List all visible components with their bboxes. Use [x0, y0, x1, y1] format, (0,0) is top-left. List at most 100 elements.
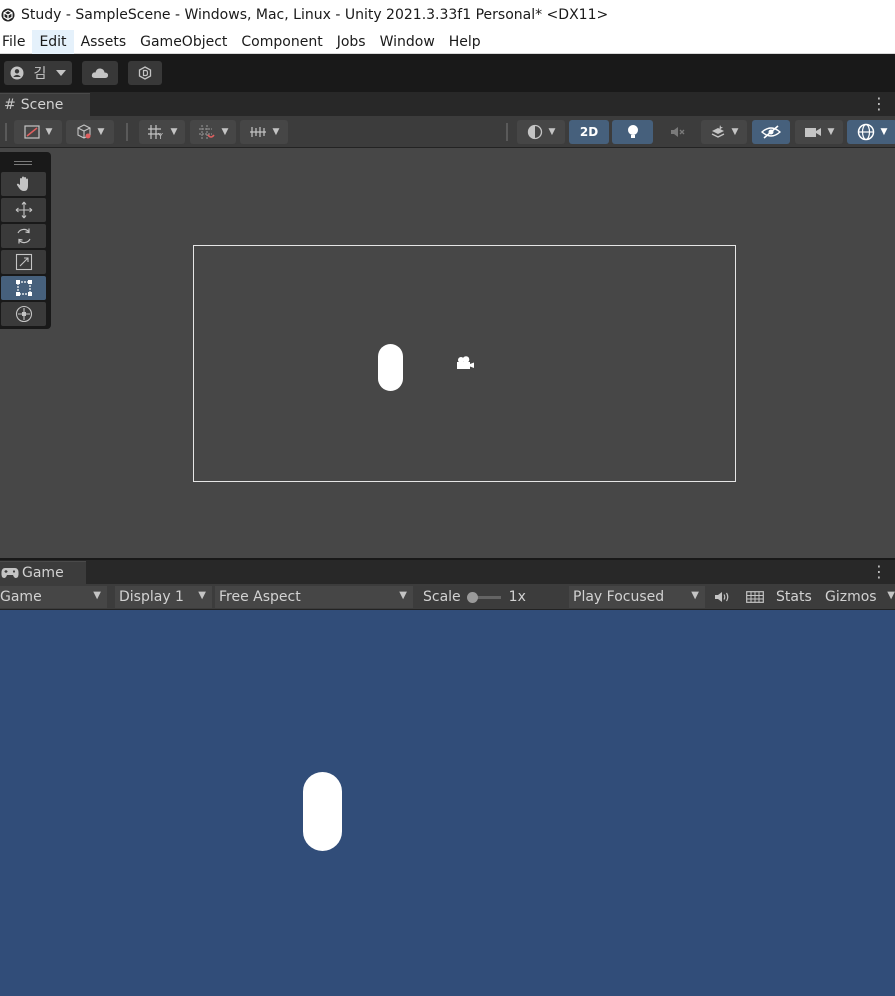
effects-dropdown[interactable]: ▼	[701, 120, 747, 144]
title-bar: Study - SampleScene - Windows, Mac, Linu…	[0, 0, 895, 30]
grid-visibility-dropdown[interactable]: Y ▼	[139, 120, 185, 144]
render-mode-dropdown[interactable]: ▼	[66, 120, 114, 144]
layers-effects-icon	[711, 125, 724, 138]
toolbar-grip	[5, 123, 7, 141]
play-mode-select[interactable]: Play Focused ▼	[569, 586, 705, 608]
chevron-down-icon: ▼	[221, 127, 229, 137]
chevron-down-icon: ▼	[880, 127, 888, 137]
cloud-icon	[91, 68, 109, 78]
light-bulb-icon	[627, 125, 638, 138]
display-value: Display 1	[119, 589, 184, 605]
rotate-icon	[16, 228, 31, 244]
lighting-toggle[interactable]	[612, 120, 653, 144]
menu-edit[interactable]: Edit	[32, 29, 74, 54]
grid-snap-icon	[198, 125, 215, 139]
move-tool-button[interactable]	[1, 198, 46, 222]
toolbar-grip	[126, 123, 128, 141]
audio-mute-icon	[671, 127, 685, 137]
game-gizmos-label: Gizmos	[825, 589, 877, 605]
stats-toggle[interactable]: Stats	[772, 586, 818, 608]
gizmos-dropdown[interactable]: ▼	[847, 120, 895, 144]
increment-snap-dropdown[interactable]: ▼	[240, 120, 288, 144]
collab-button[interactable]	[128, 61, 162, 85]
chevron-down-icon: ▼	[97, 127, 105, 137]
scene-visibility-toggle[interactable]	[752, 120, 790, 144]
account-icon	[10, 66, 24, 80]
game-more-options-icon[interactable]: ⋮	[871, 564, 887, 580]
keyboard-shortcuts-toggle[interactable]	[740, 586, 770, 608]
menu-component[interactable]: Component	[234, 30, 329, 54]
tab-scene[interactable]: # Scene	[0, 93, 90, 116]
scale-control: Scale 1x	[417, 586, 567, 608]
ruler-icon	[249, 127, 266, 137]
unity-logo-icon	[1, 8, 15, 22]
mute-audio-toggle[interactable]	[708, 586, 736, 608]
draw-mode-icon	[23, 125, 40, 139]
hand-icon	[16, 176, 28, 191]
game-toolbar: Game ▼ Display 1 ▼ Free Aspect ▼ Scale 1…	[0, 584, 895, 610]
scene-view[interactable]	[0, 148, 895, 558]
camera-orbit-dropdown[interactable]: ▼	[517, 120, 565, 144]
chevron-down-icon: ▼	[691, 590, 699, 601]
chevron-down-icon: ▼	[272, 127, 280, 137]
scale-slider-knob[interactable]	[466, 591, 478, 603]
camera-icon	[804, 128, 821, 137]
mode-2d-toggle[interactable]: 2D	[569, 120, 609, 144]
scene-tab-header: # Scene ⋮	[0, 92, 895, 116]
menu-assets[interactable]: Assets	[74, 30, 134, 54]
menu-jobs[interactable]: Jobs	[330, 30, 373, 54]
keyboard-icon	[746, 591, 764, 603]
play-mode-value: Play Focused	[573, 589, 665, 605]
capsule-sprite-render	[303, 772, 342, 851]
game-tab-header: Game ⋮	[0, 560, 895, 584]
chevron-down-icon: ▼	[548, 127, 556, 137]
chevron-down-icon: ▼	[887, 590, 895, 601]
menu-file[interactable]: File	[0, 30, 32, 54]
grid-snapping-dropdown[interactable]: ▼	[190, 120, 236, 144]
view-type-value: Game	[0, 589, 42, 605]
stats-label: Stats	[776, 589, 812, 605]
capsule-sprite[interactable]	[378, 344, 403, 391]
chevron-down-icon: ▼	[170, 127, 178, 137]
chevron-down-icon: ▼	[93, 590, 101, 601]
toolbar-grip	[506, 123, 508, 141]
scene-more-options-icon[interactable]: ⋮	[871, 96, 887, 112]
rect-transform-icon	[15, 280, 32, 296]
chevron-down-icon: ▼	[827, 127, 835, 137]
display-select[interactable]: Display 1 ▼	[115, 586, 212, 608]
chevron-down-icon: ▼	[731, 127, 739, 137]
gizmo-sphere-icon	[857, 123, 874, 141]
menu-gameobject[interactable]: GameObject	[133, 30, 234, 54]
transform-tool-button[interactable]	[1, 302, 46, 326]
view-type-select[interactable]: Game ▼	[0, 586, 107, 608]
mode-2d-label: 2D	[579, 125, 599, 139]
chevron-down-icon: ▼	[45, 127, 53, 137]
cube-icon	[76, 124, 91, 139]
scale-slider[interactable]	[466, 591, 501, 603]
move-arrows-icon	[15, 201, 32, 219]
scale-tool-button[interactable]	[1, 250, 46, 274]
game-view[interactable]	[0, 610, 895, 996]
account-label: 김	[33, 66, 47, 82]
collab-icon	[138, 66, 152, 80]
game-gizmos-dropdown[interactable]: Gizmos ▼	[821, 586, 895, 608]
camera-settings-dropdown[interactable]: ▼	[795, 120, 843, 144]
cloud-button[interactable]	[82, 61, 118, 85]
audio-toggle[interactable]	[657, 120, 697, 144]
draw-mode-dropdown[interactable]: ▼	[14, 120, 62, 144]
window-title: Study - SampleScene - Windows, Mac, Linu…	[21, 7, 609, 23]
camera-gizmo-icon[interactable]	[455, 355, 475, 371]
rect-tool-button[interactable]	[1, 276, 46, 300]
tab-game[interactable]: Game	[0, 561, 86, 584]
gamepad-icon	[1, 568, 19, 578]
aspect-select[interactable]: Free Aspect ▼	[215, 586, 413, 608]
speaker-icon	[715, 592, 729, 602]
palette-drag-handle[interactable]	[1, 154, 45, 172]
menu-window[interactable]: Window	[373, 30, 442, 54]
hand-tool-button[interactable]	[1, 172, 46, 196]
rotate-tool-button[interactable]	[1, 224, 46, 248]
chevron-down-icon: ▼	[399, 590, 407, 601]
scale-label: Scale	[423, 589, 461, 605]
account-button[interactable]: 김	[4, 61, 72, 85]
menu-help[interactable]: Help	[442, 30, 488, 54]
